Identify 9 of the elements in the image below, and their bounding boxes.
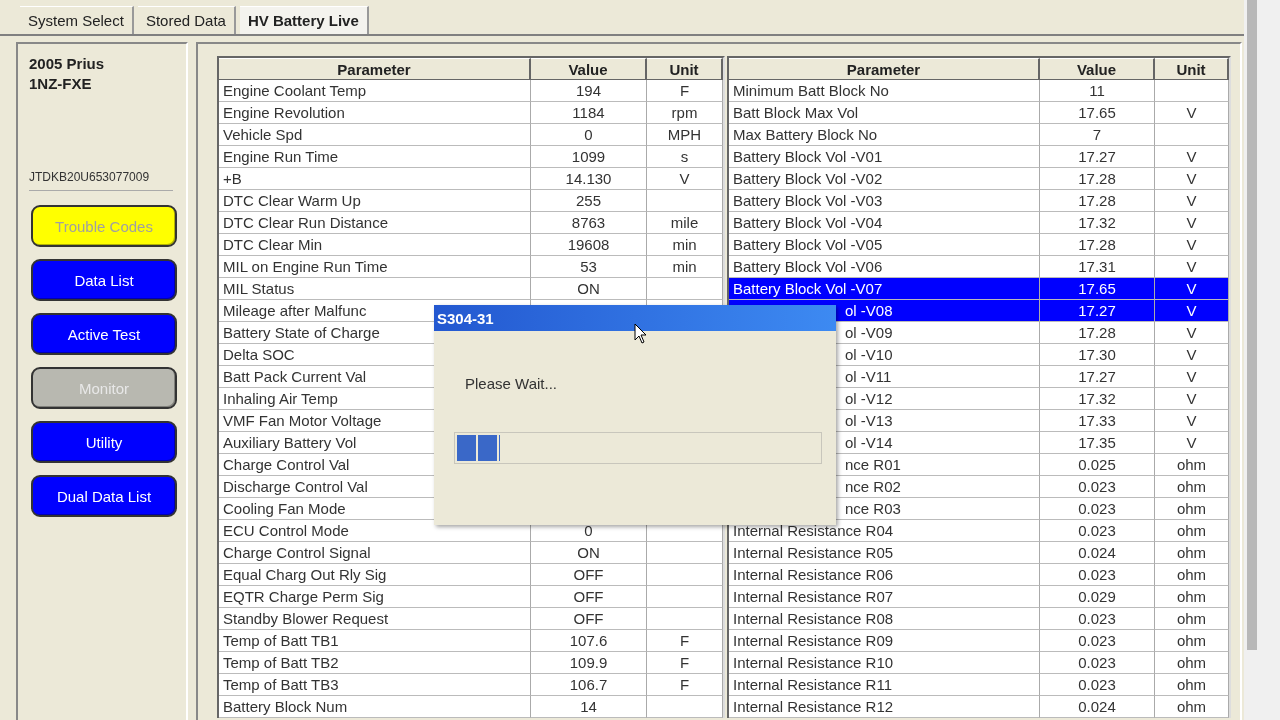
dialog-title: S304-31: [434, 305, 836, 331]
table-cell: 0.024: [1040, 696, 1155, 718]
table-cell: ohm: [1155, 696, 1229, 718]
vin-label: JTDKB20U653077009: [29, 170, 173, 191]
table-cell: Battery Block Num: [219, 696, 531, 718]
vehicle-label: 1NZ-FXE: [29, 74, 93, 94]
vehicle-label: 2005 Prius: [29, 54, 106, 74]
table-cell: 14: [531, 696, 647, 718]
table-cell: Internal Resistance R12: [729, 696, 1040, 718]
